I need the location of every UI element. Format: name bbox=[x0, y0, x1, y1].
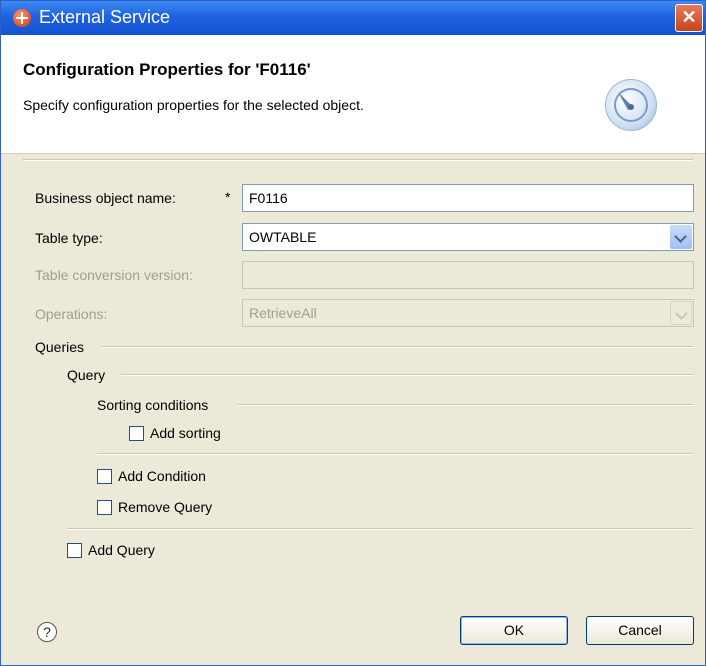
add-query-label: Add Query bbox=[88, 542, 155, 558]
business-object-name-input[interactable]: F0116 bbox=[242, 184, 694, 212]
help-icon[interactable]: ? bbox=[37, 622, 57, 642]
sorting-end-line bbox=[97, 453, 693, 455]
title-bar[interactable]: External Service ✕ bbox=[1, 1, 705, 35]
checkbox-box[interactable] bbox=[97, 499, 112, 515]
table-type-value: OWTABLE bbox=[249, 229, 317, 245]
add-condition-label: Add Condition bbox=[118, 468, 206, 484]
query-group-label: Query bbox=[67, 367, 106, 383]
add-sorting-label: Add sorting bbox=[150, 425, 221, 441]
ok-button[interactable]: OK bbox=[460, 616, 568, 645]
query-group-line bbox=[121, 374, 693, 376]
operations-label: Operations: bbox=[35, 306, 108, 322]
chevron-down-icon bbox=[670, 301, 692, 325]
sorting-group-line bbox=[237, 404, 693, 406]
sorting-conditions-label: Sorting conditions bbox=[97, 397, 209, 413]
service-icon bbox=[13, 9, 31, 27]
operations-value: RetrieveAll bbox=[249, 305, 317, 321]
remove-query-label: Remove Query bbox=[118, 499, 213, 515]
close-button[interactable]: ✕ bbox=[675, 4, 703, 32]
wizard-header: Configuration Properties for 'F0116' Spe… bbox=[1, 35, 705, 154]
table-type-label: Table type: bbox=[35, 230, 103, 246]
page-description: Specify configuration properties for the… bbox=[23, 97, 364, 113]
table-type-select[interactable]: OWTABLE bbox=[242, 223, 694, 251]
checkbox-box[interactable] bbox=[97, 468, 112, 484]
chevron-down-icon[interactable] bbox=[670, 225, 692, 249]
checkbox-box[interactable] bbox=[129, 425, 144, 441]
checkbox-box[interactable] bbox=[67, 542, 82, 558]
add-sorting-checkbox[interactable]: Add sorting bbox=[129, 425, 221, 441]
business-object-name-label: Business object name: bbox=[35, 190, 176, 206]
queries-group-line bbox=[101, 346, 693, 348]
add-condition-checkbox[interactable]: Add Condition bbox=[97, 468, 206, 484]
header-separator bbox=[23, 159, 693, 161]
remove-query-checkbox[interactable]: Remove Query bbox=[97, 499, 212, 515]
add-query-checkbox[interactable]: Add Query bbox=[67, 542, 155, 558]
queries-group-label: Queries bbox=[35, 339, 85, 355]
window-title: External Service bbox=[39, 7, 171, 27]
wizard-dial-icon bbox=[605, 79, 657, 131]
page-title: Configuration Properties for 'F0116' bbox=[23, 60, 311, 79]
external-service-dialog: External Service ✕ Configuration Propert… bbox=[0, 0, 706, 666]
table-conversion-version-input bbox=[242, 261, 694, 289]
required-marker: * bbox=[225, 189, 231, 205]
operations-select: RetrieveAll bbox=[242, 299, 694, 327]
query-end-line bbox=[67, 528, 693, 530]
cancel-button[interactable]: Cancel bbox=[586, 616, 694, 645]
table-conversion-version-label: Table conversion version: bbox=[35, 267, 193, 283]
